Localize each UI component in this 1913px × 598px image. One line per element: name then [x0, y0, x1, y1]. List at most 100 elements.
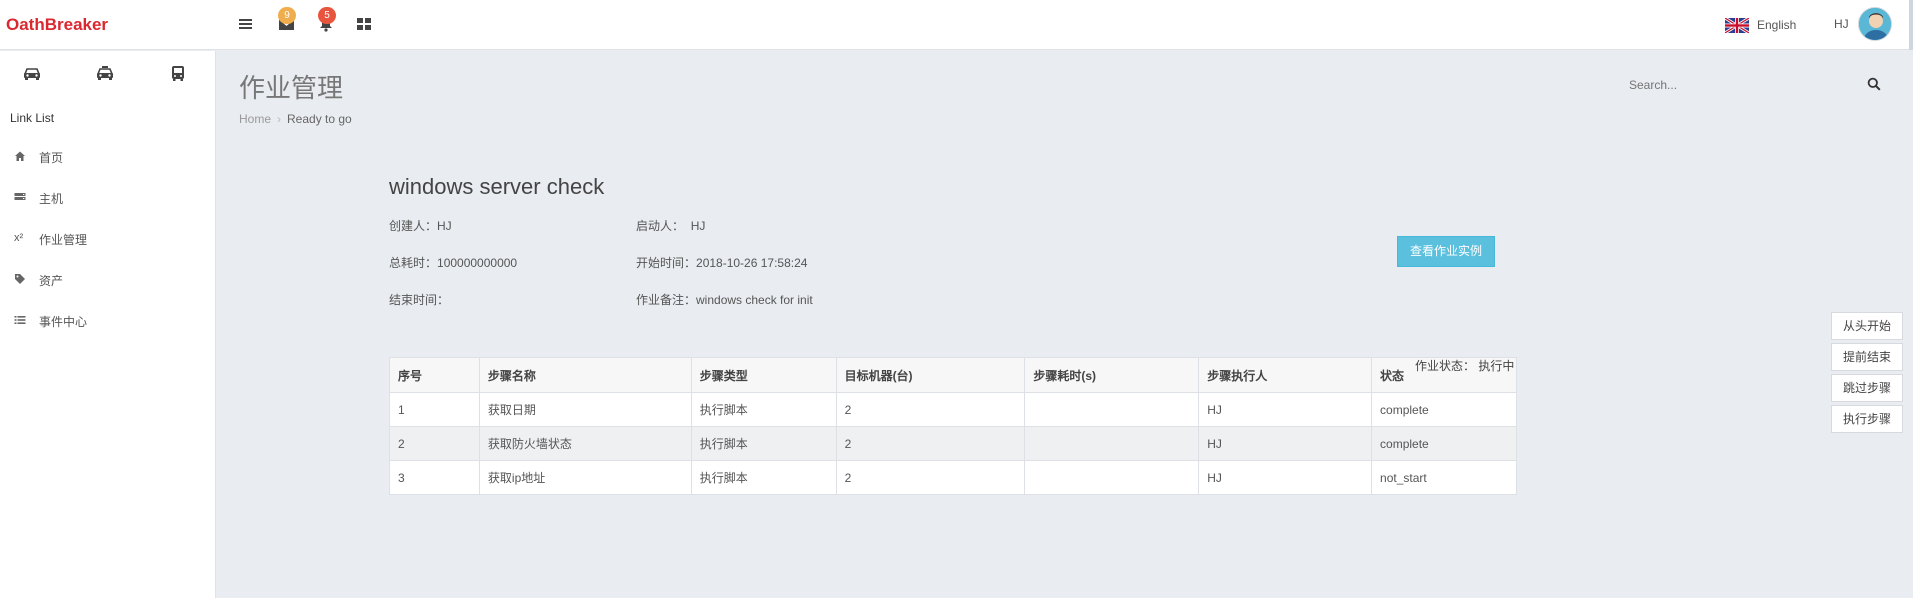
sidebar-item-assets[interactable]: 资产: [0, 265, 216, 295]
end-time-label: 结束时间：: [389, 293, 450, 307]
restart-from-beginning-button[interactable]: 从头开始: [1831, 312, 1903, 340]
language-selector[interactable]: English: [1725, 16, 1796, 34]
creator-info: 创建人：HJ: [389, 217, 452, 234]
sidebar: Link List 首页 主机 x² 作业管理 资产 事件中心: [0, 51, 216, 598]
sidebar-item-label: 事件中心: [39, 314, 88, 329]
job-status: 作业状态： 执行中: [1415, 357, 1514, 374]
job-note-info: 作业备注：windows check for init: [636, 291, 813, 308]
starter-info: 启动人： HJ: [636, 217, 705, 234]
table-cell: 2: [389, 426, 480, 461]
table-cell: 获取防火墙状态: [478, 426, 692, 461]
column-header: 步骤类型: [690, 357, 837, 393]
page-title: 作业管理: [239, 73, 344, 103]
table-cell: HJ: [1198, 460, 1373, 495]
execute-step-button[interactable]: 执行步骤: [1831, 405, 1903, 433]
table-row[interactable]: 3 获取ip地址 执行脚本 2 HJ not_start: [389, 460, 1517, 495]
link-list-heading: Link List: [10, 111, 55, 125]
job-note-value: windows check for init: [696, 293, 813, 307]
job-status-value: 执行中: [1478, 359, 1515, 373]
total-time-label: 总耗时：: [389, 256, 438, 270]
brand-logo[interactable]: OathBreaker: [6, 15, 108, 35]
car-icon[interactable]: [22, 65, 44, 85]
column-header: 序号: [389, 357, 480, 393]
tag-icon: [14, 273, 28, 287]
table-cell: 1: [389, 392, 480, 427]
taxi-icon[interactable]: [95, 65, 117, 85]
total-time-value: 100000000000: [437, 256, 518, 270]
sidebar-item-host[interactable]: 主机: [0, 183, 216, 213]
column-header: 步骤名称: [478, 357, 692, 393]
dashboard-grid-icon[interactable]: [356, 16, 374, 34]
sidebar-item-label: 主机: [39, 191, 64, 206]
steps-table: 序号 步骤名称 步骤类型 目标机器(台) 步骤耗时(s) 步骤执行人 状态 1 …: [389, 357, 1517, 495]
job-title: windows server check: [389, 174, 605, 199]
sidebar-item-event-center[interactable]: 事件中心: [0, 306, 216, 336]
table-cell: 获取ip地址: [478, 460, 692, 495]
table-cell: HJ: [1198, 426, 1373, 461]
sidebar-item-label: 首页: [39, 150, 64, 165]
table-cell: 执行脚本: [690, 426, 837, 461]
end-early-button[interactable]: 提前结束: [1831, 343, 1903, 371]
table-row[interactable]: 1 获取日期 执行脚本 2 HJ complete: [389, 392, 1517, 427]
mail-icon[interactable]: 9: [278, 7, 296, 34]
table-cell: 执行脚本: [690, 392, 837, 427]
home-icon: [14, 150, 28, 164]
breadcrumb-separator: ›: [277, 112, 282, 126]
breadcrumb-home[interactable]: Home: [239, 112, 271, 126]
breadcrumb: Home › Ready to go: [239, 112, 352, 126]
creator-label: 创建人：: [389, 219, 438, 233]
table-cell: [1024, 426, 1200, 461]
view-job-instance-button[interactable]: 查看作业实例: [1397, 236, 1495, 267]
search-input[interactable]: [1619, 74, 1849, 96]
job-status-label: 作业状态：: [1415, 359, 1476, 373]
column-header: 目标机器(台): [835, 357, 1026, 393]
breadcrumb-current: Ready to go: [287, 112, 352, 126]
table-row[interactable]: 2 获取防火墙状态 执行脚本 2 HJ complete: [389, 426, 1517, 461]
bus-icon[interactable]: [169, 65, 191, 85]
table-cell: complete: [1371, 426, 1517, 461]
table-cell: [1024, 460, 1200, 495]
table-header-row: 序号 步骤名称 步骤类型 目标机器(台) 步骤耗时(s) 步骤执行人 状态: [389, 357, 1517, 393]
table-cell: HJ: [1198, 392, 1373, 427]
table-cell: 2: [835, 460, 1026, 495]
creator-value: HJ: [437, 219, 452, 233]
table-cell: [1024, 392, 1200, 427]
table-cell: 3: [389, 460, 480, 495]
server-icon: [14, 191, 28, 205]
column-header: 步骤执行人: [1198, 357, 1373, 393]
end-time-info: 结束时间：: [389, 291, 449, 308]
sidebar-shortcuts: [0, 65, 216, 87]
sidebar-item-job-management[interactable]: x² 作业管理: [0, 224, 216, 254]
skip-step-button[interactable]: 跳过步骤: [1831, 374, 1903, 402]
top-navbar: OathBreaker 9 5 English HJ: [0, 0, 1913, 50]
bell-icon[interactable]: 5: [318, 7, 336, 34]
start-time-info: 开始时间：2018-10-26 17:58:24: [636, 254, 807, 271]
language-label: English: [1757, 18, 1797, 32]
starter-label: 启动人：: [636, 219, 685, 233]
table-cell: 2: [835, 426, 1026, 461]
table-cell: complete: [1371, 392, 1517, 427]
mail-count-badge: 9: [278, 7, 296, 24]
search-icon[interactable]: [1867, 77, 1883, 93]
table-cell: 获取日期: [478, 392, 692, 427]
table-cell: 2: [835, 392, 1026, 427]
sidebar-item-label: 作业管理: [39, 232, 88, 247]
sidebar-item-label: 资产: [39, 273, 64, 288]
menu-toggle-icon[interactable]: [238, 16, 256, 34]
scrollbar[interactable]: [1909, 0, 1913, 50]
starter-value: HJ: [690, 219, 706, 233]
column-header: 步骤耗时(s): [1024, 357, 1200, 393]
start-time-value: 2018-10-26 17:58:24: [696, 256, 808, 270]
total-time-info: 总耗时：100000000000: [389, 254, 517, 271]
user-avatar[interactable]: [1858, 7, 1892, 41]
table-cell: 执行脚本: [690, 460, 837, 495]
user-name[interactable]: HJ: [1834, 17, 1849, 31]
list-icon: [14, 314, 28, 328]
start-time-label: 开始时间：: [636, 256, 697, 270]
search-box: [1619, 74, 1889, 96]
superscript-icon: x²: [14, 232, 24, 244]
bell-count-badge: 5: [318, 7, 336, 24]
uk-flag-icon: [1725, 17, 1749, 33]
table-cell: not_start: [1371, 460, 1517, 495]
sidebar-item-home[interactable]: 首页: [0, 142, 216, 172]
